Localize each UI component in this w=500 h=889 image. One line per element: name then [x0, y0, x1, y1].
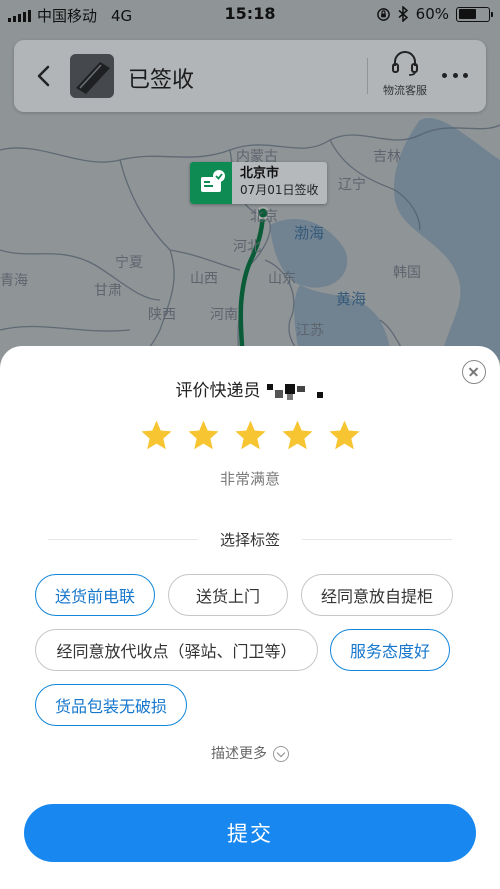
product-thumbnail — [70, 54, 114, 98]
star-icon[interactable] — [186, 418, 221, 453]
page-title: 已签收 — [128, 68, 195, 93]
top-header: 已签收 物流客服 — [14, 40, 486, 112]
star-icon[interactable] — [233, 418, 268, 453]
courier-name-mosaic — [266, 382, 325, 400]
tag-label: 货品包装无破损 — [54, 697, 167, 716]
marker-status: 07月01日签收 — [240, 183, 319, 197]
tag-package-intact[interactable]: 货品包装无破损 — [35, 684, 187, 726]
tag-label: 送货上门 — [195, 587, 260, 606]
submit-label: 提交 — [227, 822, 273, 846]
battery-icon — [456, 6, 493, 22]
headset-icon — [392, 51, 418, 76]
tag-label: 服务态度好 — [349, 642, 430, 661]
more-icon[interactable] — [442, 64, 468, 86]
rotation-lock-icon — [376, 7, 390, 21]
tag-good-service-attitude[interactable]: 服务态度好 — [330, 629, 450, 671]
battery-percent: 60% — [415, 5, 449, 23]
header-divider — [367, 58, 368, 94]
parcel-check-icon — [190, 162, 232, 204]
rating-sheet: 评价快递员 非常满意 选择标签 送货前电联 送货上门 经同意放自提柜 经同意放代… — [0, 346, 500, 889]
tag-section-header: 选择标签 — [48, 529, 452, 549]
rating-title: 评价快递员 — [0, 376, 500, 401]
satisfaction-text: 非常满意 — [219, 470, 280, 488]
delivery-marker[interactable]: 北京市 07月01日签收 — [190, 162, 327, 204]
describe-more-label: 描述更多 — [211, 746, 267, 762]
star-icon[interactable] — [139, 418, 174, 453]
submit-button[interactable]: 提交 — [24, 804, 476, 862]
marker-city: 北京市 — [240, 166, 280, 181]
tag-locker-with-consent[interactable]: 经同意放自提柜 — [301, 574, 453, 616]
chevron-down-icon — [273, 746, 289, 762]
star-icon[interactable] — [327, 418, 362, 453]
tag-label: 送货前电联 — [54, 587, 135, 606]
service-label: 物流客服 — [383, 84, 427, 97]
star-icon[interactable] — [280, 418, 315, 453]
back-icon[interactable] — [30, 62, 58, 90]
logistics-service-button[interactable]: 物流客服 — [376, 50, 434, 98]
status-bar: 中国移动 4G 15:18 60% — [0, 0, 500, 28]
describe-more-button[interactable]: 描述更多 — [0, 743, 500, 763]
rating-title-text: 评价快递员 — [175, 381, 261, 401]
divider-line — [302, 539, 452, 540]
bluetooth-icon — [398, 6, 408, 22]
tag-call-before-delivery[interactable]: 送货前电联 — [35, 574, 155, 616]
tag-pickup-point-with-consent[interactable]: 经同意放代收点（驿站、门卫等） — [35, 629, 318, 671]
tag-label: 经同意放自提柜 — [320, 587, 433, 606]
star-rating — [0, 418, 500, 453]
tag-label: 经同意放代收点（驿站、门卫等） — [56, 642, 297, 661]
tag-door-delivery[interactable]: 送货上门 — [168, 574, 288, 616]
